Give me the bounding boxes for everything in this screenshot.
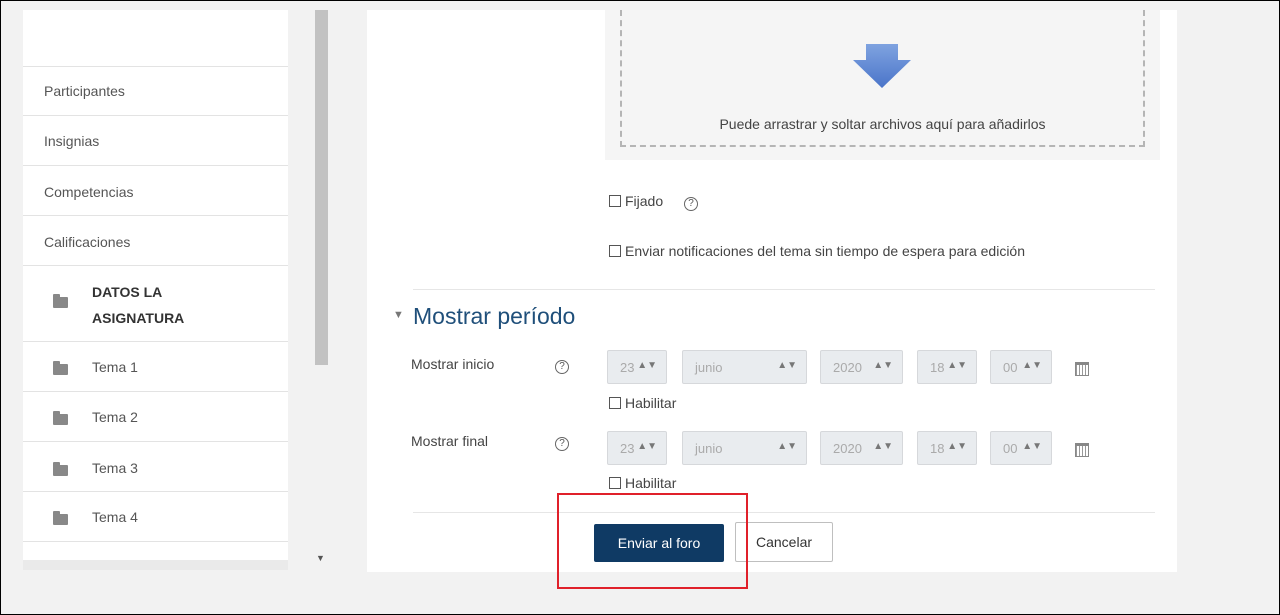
select-arrows-icon: ▲▼ bbox=[777, 360, 797, 371]
end-day-select[interactable]: 23 ▲▼ bbox=[607, 431, 667, 465]
section-title[interactable]: Mostrar período bbox=[413, 303, 575, 330]
highlight-annotation-box bbox=[557, 493, 748, 589]
sidebar-section-label: Tema 4 bbox=[92, 509, 138, 525]
start-enable-label: Habilitar bbox=[625, 395, 677, 411]
start-date-label: Mostrar inicio bbox=[411, 356, 495, 372]
sidebar-blank-item bbox=[23, 10, 288, 67]
end-enable-checkbox[interactable] bbox=[609, 477, 621, 489]
start-year-select[interactable]: 2020 ▲▼ bbox=[820, 350, 903, 384]
select-arrows-icon: ▲▼ bbox=[873, 441, 893, 452]
end-year-select[interactable]: 2020 ▲▼ bbox=[820, 431, 903, 465]
sidebar-item-insignias[interactable]: Insignias bbox=[23, 116, 288, 166]
down-arrow-icon bbox=[853, 44, 911, 88]
pinned-label: Fijado bbox=[625, 193, 664, 209]
pinned-checkbox[interactable] bbox=[609, 195, 621, 207]
scrollbar-thumb[interactable] bbox=[315, 10, 328, 365]
start-minute-select[interactable]: 00 ▲▼ bbox=[990, 350, 1052, 384]
start-day-select[interactable]: 23 ▲▼ bbox=[607, 350, 667, 384]
start-enable-checkbox[interactable] bbox=[609, 397, 621, 409]
sidebar-section-label: Tema 1 bbox=[92, 359, 138, 375]
select-arrows-icon: ▲▼ bbox=[637, 360, 657, 371]
sidebar-section-label-line2: ASIGNATURA bbox=[92, 310, 185, 326]
select-arrows-icon: ▲▼ bbox=[873, 360, 893, 371]
select-arrows-icon: ▲▼ bbox=[637, 441, 657, 452]
sidebar-next-block bbox=[23, 560, 288, 570]
select-arrows-icon: ▲▼ bbox=[947, 360, 967, 371]
sidebar-section-tema-1[interactable]: Tema 1 bbox=[23, 342, 288, 392]
help-icon[interactable]: ? bbox=[555, 437, 569, 451]
divider bbox=[413, 512, 1155, 513]
end-enable-label: Habilitar bbox=[625, 475, 677, 491]
select-arrows-icon: ▲▼ bbox=[1022, 360, 1042, 371]
sidebar-section-tema-2[interactable]: Tema 2 bbox=[23, 392, 288, 442]
sidebar-section-label: Tema 3 bbox=[92, 460, 138, 476]
course-sidebar: Participantes Insignias Competencias Cal… bbox=[23, 10, 288, 570]
sidebar-item-label: Insignias bbox=[44, 133, 100, 149]
folder-icon bbox=[53, 462, 68, 476]
scroll-down-icon[interactable]: ▼ bbox=[316, 553, 325, 563]
start-hour-select[interactable]: 18 ▲▼ bbox=[917, 350, 977, 384]
select-arrows-icon: ▲▼ bbox=[947, 441, 967, 452]
sidebar-item-competencias[interactable]: Competencias bbox=[23, 166, 288, 216]
sidebar-item-participantes[interactable]: Participantes bbox=[23, 66, 288, 116]
end-minute-select[interactable]: 00 ▲▼ bbox=[990, 431, 1052, 465]
sidebar-section-tema-3[interactable]: Tema 3 bbox=[23, 442, 288, 492]
folder-icon bbox=[53, 511, 68, 525]
end-month-select[interactable]: junio ▲▼ bbox=[682, 431, 807, 465]
folder-icon bbox=[53, 411, 68, 425]
folder-icon bbox=[53, 361, 68, 375]
cancel-button[interactable]: Cancelar bbox=[735, 522, 833, 562]
help-icon[interactable]: ? bbox=[684, 197, 698, 211]
folder-icon bbox=[53, 294, 68, 308]
sidebar-section-datos[interactable]: DATOS LA ASIGNATURA bbox=[23, 266, 288, 342]
notify-checkbox[interactable] bbox=[609, 245, 621, 257]
sidebar-section-label-line1: DATOS LA bbox=[92, 284, 163, 300]
sidebar-item-label: Participantes bbox=[44, 83, 125, 99]
calendar-icon[interactable] bbox=[1075, 443, 1089, 457]
divider bbox=[413, 289, 1155, 290]
start-month-select[interactable]: junio ▲▼ bbox=[682, 350, 807, 384]
help-icon[interactable]: ? bbox=[555, 360, 569, 374]
dropzone-text: Puede arrastrar y soltar archivos aquí p… bbox=[719, 116, 1046, 132]
sidebar-section-tema-4[interactable]: Tema 4 bbox=[23, 492, 288, 542]
select-arrows-icon: ▲▼ bbox=[1022, 441, 1042, 452]
sidebar-item-label: Calificaciones bbox=[44, 234, 131, 250]
collapse-toggle-icon[interactable]: ▼ bbox=[393, 309, 404, 321]
sidebar-section-label: Tema 2 bbox=[92, 409, 138, 425]
notify-label: Enviar notificaciones del tema sin tiemp… bbox=[625, 243, 1026, 259]
sidebar-item-calificaciones[interactable]: Calificaciones bbox=[23, 216, 288, 266]
sidebar-item-label: Competencias bbox=[44, 184, 134, 200]
end-hour-select[interactable]: 18 ▲▼ bbox=[917, 431, 977, 465]
select-arrows-icon: ▲▼ bbox=[777, 441, 797, 452]
end-date-label: Mostrar final bbox=[411, 433, 489, 449]
calendar-icon[interactable] bbox=[1075, 362, 1089, 376]
